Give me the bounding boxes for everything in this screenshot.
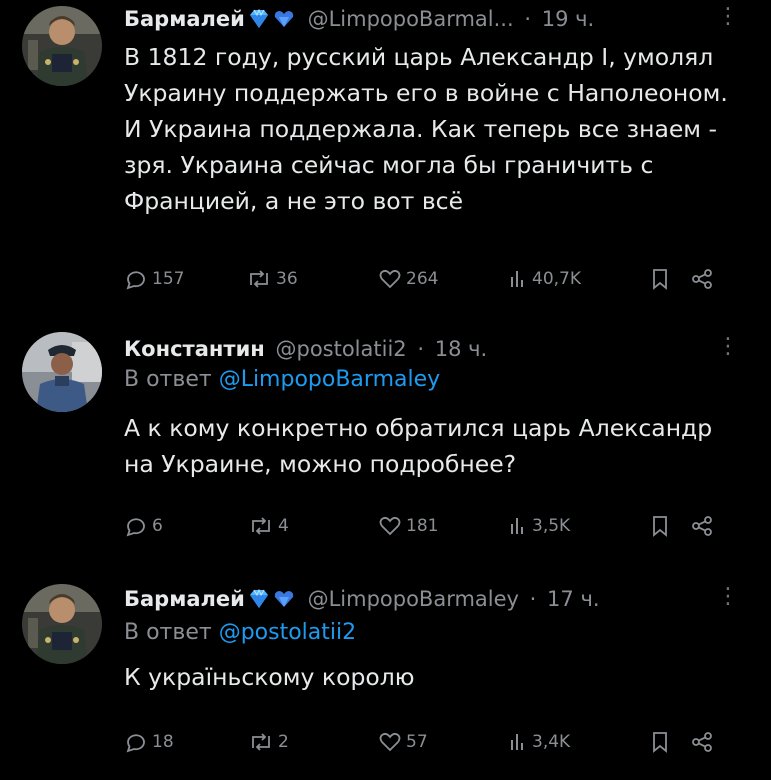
separator: · (524, 7, 532, 31)
retweet-icon (248, 730, 274, 754)
retweet-count: 4 (278, 516, 289, 536)
bookmark-icon (650, 730, 670, 754)
like-count: 57 (406, 732, 428, 752)
views-count: 3,4K (532, 732, 571, 752)
reply-button[interactable]: 18 (124, 727, 174, 757)
like-button[interactable]: 264 (378, 264, 438, 294)
share-button[interactable] (690, 264, 714, 294)
share-icon (690, 514, 714, 538)
retweet-button[interactable]: 36 (246, 264, 298, 294)
retweet-button[interactable]: 2 (248, 727, 289, 757)
retweet-count: 2 (278, 732, 289, 752)
display-name[interactable]: Бармалей (124, 7, 245, 31)
diamond-badge-icon (248, 7, 270, 37)
display-name[interactable]: Бармалей (124, 587, 245, 611)
heart-icon (378, 514, 402, 538)
views-button[interactable]: 40,7K (508, 264, 581, 294)
separator: · (417, 337, 425, 361)
bookmark-button[interactable] (650, 727, 670, 757)
more-options-icon[interactable]: ⋮ (717, 334, 739, 360)
more-options-icon[interactable]: ⋮ (717, 584, 739, 610)
action-bar: 157 36 264 40,7K (124, 264, 744, 294)
share-button[interactable] (690, 511, 714, 541)
retweet-icon (248, 514, 274, 538)
tweet-header: Константин @postolatii2 · 18 ч. (124, 334, 737, 364)
views-count: 40,7K (532, 269, 581, 289)
reply-prefix: В ответ (124, 620, 212, 645)
tweet-header: Бармалей @LimpopoBarmal... · 19 ч. (124, 4, 737, 37)
reply-count: 157 (152, 269, 185, 289)
share-icon (690, 730, 714, 754)
retweet-button[interactable]: 4 (248, 511, 289, 541)
reply-icon (124, 267, 148, 291)
like-button[interactable]: 181 (378, 511, 438, 541)
handle[interactable]: @postolatii2 (275, 337, 406, 361)
action-bar: 18 2 57 3,4K (124, 727, 744, 757)
reply-icon (124, 730, 148, 754)
bookmark-button[interactable] (650, 264, 670, 294)
heart-badge-icon (273, 7, 295, 37)
avatar[interactable] (22, 584, 102, 664)
bookmark-icon (650, 267, 670, 291)
share-button[interactable] (690, 727, 714, 757)
reply-icon (124, 514, 148, 538)
heart-icon (378, 267, 402, 291)
timestamp[interactable]: 17 ч. (547, 587, 599, 611)
heart-badge-icon (273, 587, 295, 617)
retweet-icon (246, 267, 272, 291)
views-icon (508, 267, 528, 291)
timestamp[interactable]: 18 ч. (435, 337, 487, 361)
tweet-text: А к кому конкретно обратился царь Алекса… (124, 414, 713, 478)
tweet-body: Бармалей @LimpopoBarmal... · 19 ч. ⋮ В 1… (124, 4, 739, 219)
handle[interactable]: @LimpopoBarmaley (308, 587, 519, 611)
reply-context: В ответ @postolatii2 (124, 617, 737, 649)
reply-count: 6 (152, 516, 163, 536)
views-icon (508, 514, 528, 538)
retweet-count: 36 (276, 269, 298, 289)
bookmark-button[interactable] (650, 511, 670, 541)
tweet-text: В 1812 году, русский царь Александр I, у… (124, 43, 728, 215)
reply-button[interactable]: 157 (124, 264, 184, 294)
views-count: 3,5K (532, 516, 571, 536)
like-button[interactable]: 57 (378, 727, 428, 757)
reply-mention-link[interactable]: @postolatii2 (219, 620, 356, 645)
reply-context: В ответ @LimpopoBarmaley (124, 364, 737, 396)
like-count: 264 (406, 269, 439, 289)
timestamp[interactable]: 19 ч. (542, 7, 594, 31)
tweet-body: Константин @postolatii2 · 18 ч. ⋮ В отве… (124, 334, 739, 482)
diamond-badge-icon (248, 587, 270, 617)
avatar[interactable] (22, 6, 102, 86)
separator: · (529, 587, 537, 611)
heart-icon (378, 730, 402, 754)
reply-count: 18 (152, 732, 174, 752)
reply-button[interactable]: 6 (124, 511, 163, 541)
bookmark-icon (650, 514, 670, 538)
action-bar: 6 4 181 3,5K (124, 511, 744, 541)
handle[interactable]: @LimpopoBarmal... (308, 7, 514, 31)
tweet-header: Бармалей @LimpopoBarmaley · 17 ч. (124, 584, 737, 617)
reply-mention-link[interactable]: @LimpopoBarmaley (219, 367, 440, 392)
like-count: 181 (406, 516, 439, 536)
tweet-text: К україньскому королю (124, 663, 415, 691)
reply-prefix: В ответ (124, 367, 212, 392)
views-button[interactable]: 3,5K (508, 511, 570, 541)
tweet-body: Бармалей @LimpopoBarmaley · 17 ч. ⋮ В от… (124, 584, 739, 695)
views-button[interactable]: 3,4K (508, 727, 570, 757)
more-options-icon[interactable]: ⋮ (717, 4, 739, 30)
display-name[interactable]: Константин (124, 337, 265, 361)
share-icon (690, 267, 714, 291)
views-icon (508, 730, 528, 754)
avatar[interactable] (22, 332, 102, 412)
